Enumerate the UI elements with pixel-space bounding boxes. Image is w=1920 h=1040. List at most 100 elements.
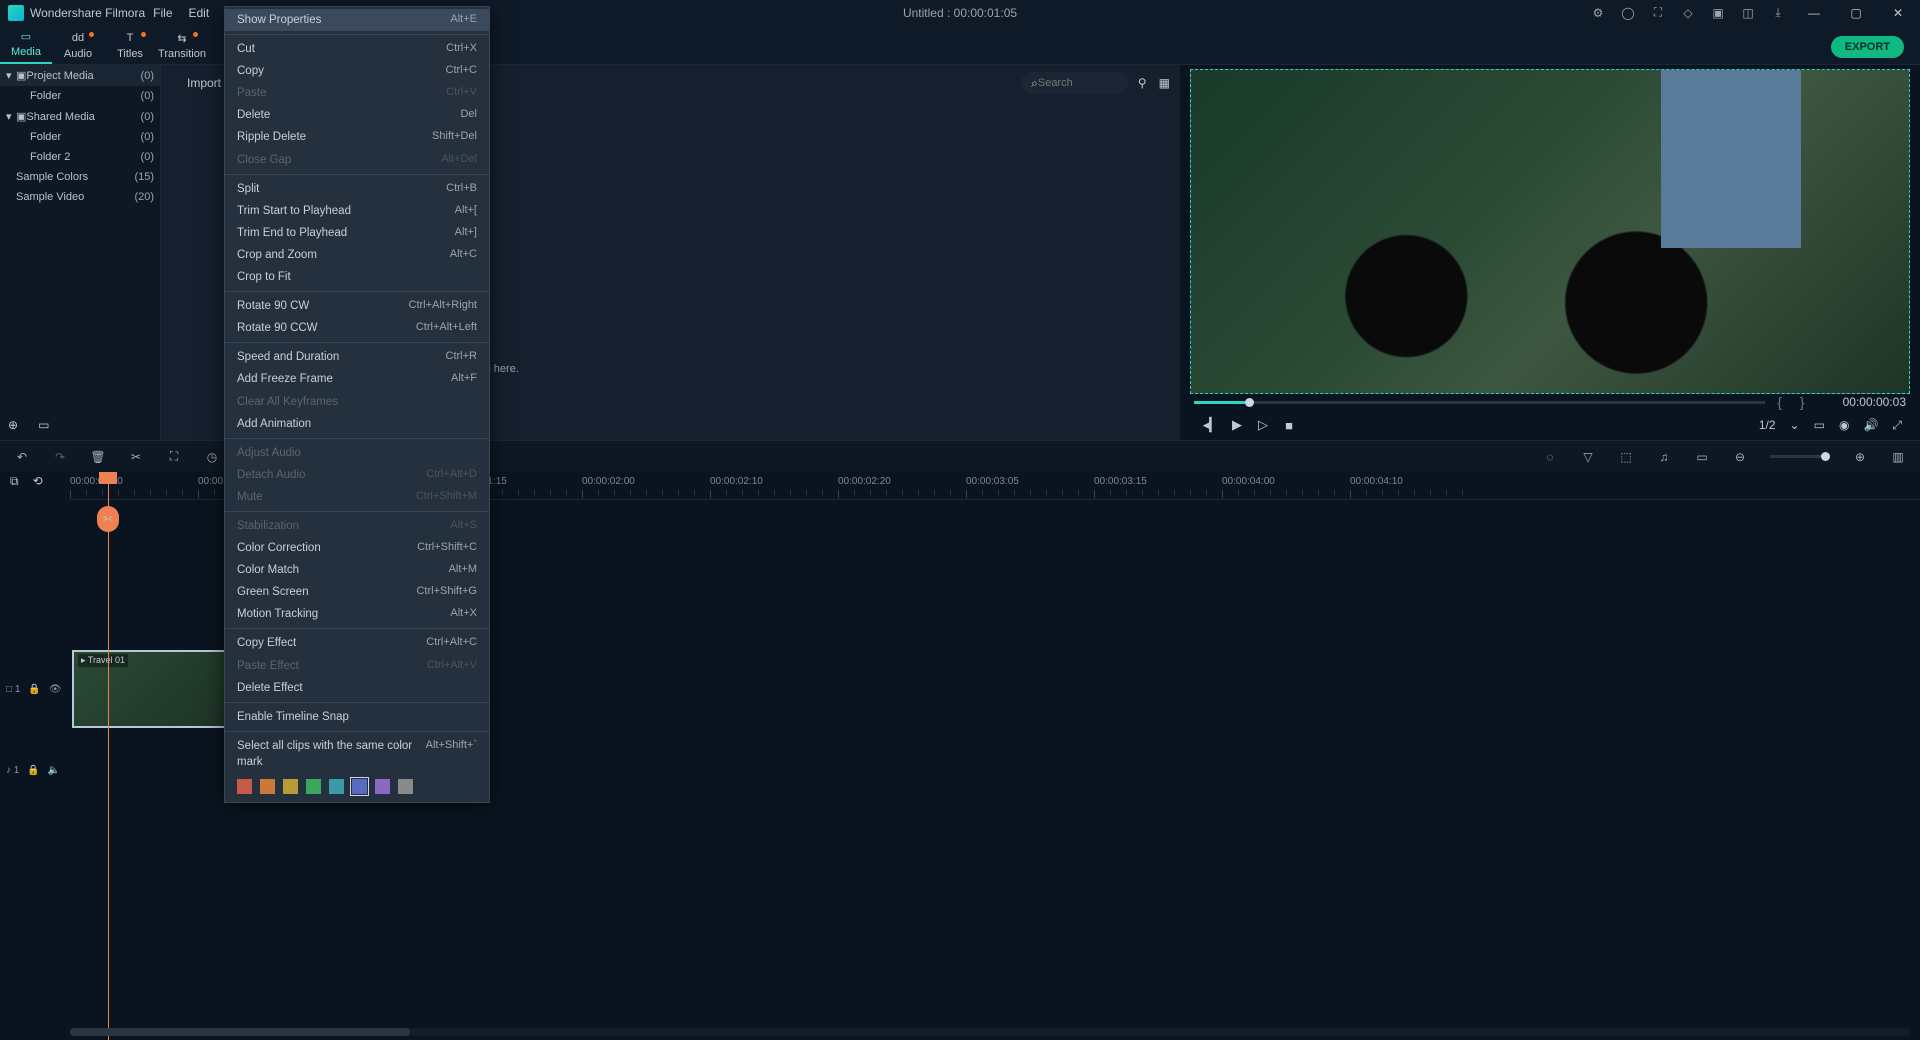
volume-icon[interactable]: 🔊 — [1863, 418, 1878, 432]
playhead-line[interactable] — [108, 472, 109, 1040]
context-menu-item[interactable]: Crop to Fit — [225, 266, 489, 288]
gift-icon[interactable]: ⛶ — [1650, 5, 1666, 21]
stop-button[interactable]: ■ — [1276, 418, 1302, 433]
close-button[interactable]: ✕ — [1884, 6, 1912, 20]
import-button[interactable]: Import — [187, 76, 221, 90]
tab-titles[interactable]: TTitles — [104, 30, 156, 64]
context-menu-item[interactable]: CopyCtrl+C — [225, 60, 489, 82]
zoom-fit-icon[interactable]: ▥ — [1890, 449, 1906, 465]
context-menu-item[interactable]: Select all clips with the same color mar… — [225, 735, 489, 773]
search-input[interactable]: ⌕ — [1021, 72, 1128, 94]
context-menu-item[interactable]: Trim End to PlayheadAlt+] — [225, 222, 489, 244]
context-menu-item[interactable]: SplitCtrl+B — [225, 178, 489, 200]
download-icon[interactable]: ⤓ — [1770, 5, 1786, 21]
mute-icon[interactable]: 🔈 — [48, 765, 60, 776]
zoom-in-icon[interactable]: ⊕ — [1852, 449, 1868, 465]
color-swatch[interactable] — [352, 779, 367, 794]
context-menu-item[interactable]: Rotate 90 CWCtrl+Alt+Right — [225, 295, 489, 317]
preview-seekbar[interactable] — [1194, 401, 1765, 404]
context-menu-item[interactable]: Motion TrackingAlt+X — [225, 603, 489, 625]
context-menu-item[interactable]: Speed and DurationCtrl+R — [225, 346, 489, 368]
timeline-clip[interactable]: ▸ Travel 01 — [72, 650, 226, 728]
context-menu-item[interactable]: Crop and ZoomAlt+C — [225, 244, 489, 266]
grid-view-icon[interactable]: ▦ — [1159, 76, 1170, 90]
filter-icon[interactable]: ⚲ — [1138, 76, 1147, 90]
library-row[interactable]: ▾▣ Shared Media(0) — [0, 106, 160, 127]
undo-icon[interactable]: ↶ — [14, 449, 30, 465]
new-folder-icon[interactable]: ⊕ — [8, 418, 18, 432]
lock-icon[interactable]: 🔒 — [28, 684, 40, 695]
play-button[interactable]: ▶ — [1224, 417, 1250, 433]
tab-audio[interactable]: ddAudio — [52, 30, 104, 64]
context-menu-item[interactable]: Show PropertiesAlt+E — [225, 9, 489, 31]
color-swatch[interactable] — [283, 779, 298, 794]
menu-edit[interactable]: Edit — [189, 6, 210, 20]
context-menu-item[interactable]: Delete Effect — [225, 677, 489, 699]
library-row[interactable]: ▾▣ Project Media(0) — [0, 65, 160, 86]
redo-icon[interactable]: ↷ — [52, 449, 68, 465]
zoom-out-icon[interactable]: ⊖ — [1732, 449, 1748, 465]
context-menu-item[interactable]: Copy EffectCtrl+Alt+C — [225, 632, 489, 654]
timeline-link-icon[interactable]: ⟲ — [33, 474, 43, 489]
voiceover-icon[interactable]: ⬚ — [1618, 449, 1634, 465]
context-menu-item[interactable]: Ripple DeleteShift+Del — [225, 126, 489, 148]
render-icon[interactable]: ◌ — [1542, 449, 1558, 465]
context-menu-item[interactable]: Add Animation — [225, 413, 489, 435]
prev-frame-button[interactable]: ◂▎ — [1198, 417, 1224, 433]
save-icon[interactable]: ▣ — [1710, 5, 1726, 21]
audio-mixer-icon[interactable]: ♫ — [1656, 449, 1672, 465]
crop-icon[interactable]: ⛶ — [166, 449, 182, 465]
search-icon: ⌕ — [1031, 76, 1038, 91]
color-swatch[interactable] — [398, 779, 413, 794]
speed-icon[interactable]: ◷ — [204, 449, 220, 465]
library-row[interactable]: Sample Video(20) — [0, 187, 160, 207]
library-row[interactable]: Folder(0) — [0, 86, 160, 106]
chevron-down-icon[interactable]: ⌄ — [1790, 418, 1800, 432]
play-forward-button[interactable]: ▷ — [1250, 417, 1276, 433]
context-menu-item[interactable]: CutCtrl+X — [225, 38, 489, 60]
color-swatch[interactable] — [260, 779, 275, 794]
delete-icon[interactable]: 🗑 — [90, 449, 106, 465]
tab-media[interactable]: ▭Media — [0, 28, 52, 64]
context-menu-item[interactable]: Rotate 90 CCWCtrl+Alt+Left — [225, 317, 489, 339]
context-menu-item[interactable]: Color CorrectionCtrl+Shift+C — [225, 537, 489, 559]
library-row[interactable]: Folder 2(0) — [0, 147, 160, 167]
context-menu-item[interactable]: Green ScreenCtrl+Shift+G — [225, 581, 489, 603]
notification-icon[interactable]: ◫ — [1740, 5, 1756, 21]
fullscreen-icon[interactable]: ⤢ — [1892, 418, 1902, 433]
timeline-scrollbar[interactable] — [70, 1028, 1910, 1036]
zoom-slider[interactable] — [1770, 455, 1830, 458]
preview-canvas[interactable] — [1190, 69, 1910, 394]
context-menu-item[interactable]: Trim Start to PlayheadAlt+[ — [225, 200, 489, 222]
tab-transition[interactable]: ⇆Transition — [156, 30, 208, 64]
menu-file[interactable]: File — [153, 6, 172, 20]
audio-track-header[interactable]: ♪ 1 🔒 🔈 — [0, 750, 70, 790]
context-menu-item[interactable]: Add Freeze FrameAlt+F — [225, 368, 489, 390]
context-menu-item[interactable]: Enable Timeline Snap — [225, 706, 489, 728]
color-swatch[interactable] — [329, 779, 344, 794]
split-icon[interactable]: ✂ — [128, 449, 144, 465]
library-row[interactable]: Sample Colors(15) — [0, 167, 160, 187]
display-icon[interactable]: ▭ — [1814, 418, 1825, 432]
library-row[interactable]: Folder(0) — [0, 127, 160, 147]
user-icon[interactable]: ◇ — [1680, 5, 1696, 21]
maximize-button[interactable]: ▢ — [1842, 6, 1870, 20]
color-swatch[interactable] — [237, 779, 252, 794]
settings-icon[interactable]: ⚙ — [1590, 5, 1606, 21]
video-track-header[interactable]: □ 1 🔒 👁 — [0, 650, 70, 728]
snapshot-icon[interactable]: ◉ — [1839, 418, 1849, 432]
timeline-options-icon[interactable]: ⧉ — [10, 474, 19, 489]
headset-icon[interactable]: ◯ — [1620, 5, 1636, 21]
lock-icon[interactable]: 🔒 — [27, 765, 39, 776]
visibility-icon[interactable]: 👁 — [49, 684, 62, 695]
context-menu-item[interactable]: Color MatchAlt+M — [225, 559, 489, 581]
snap-icon[interactable]: ▭ — [1694, 449, 1710, 465]
color-swatch[interactable] — [375, 779, 390, 794]
minimize-button[interactable]: — — [1800, 6, 1828, 20]
color-swatch[interactable] — [306, 779, 321, 794]
frame-count[interactable]: 1/2 — [1759, 418, 1776, 432]
context-menu-item[interactable]: DeleteDel — [225, 104, 489, 126]
export-button[interactable]: EXPORT — [1831, 36, 1904, 58]
folder-icon[interactable]: ▭ — [38, 418, 49, 432]
marker-icon[interactable]: ▽ — [1580, 449, 1596, 465]
